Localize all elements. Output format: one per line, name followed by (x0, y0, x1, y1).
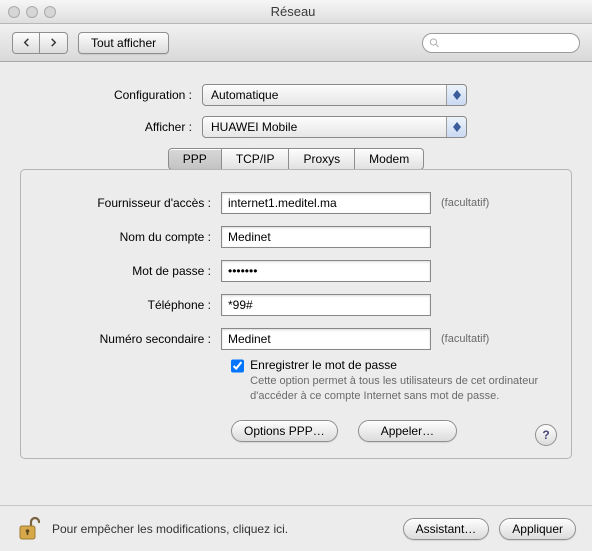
provider-input[interactable] (221, 192, 431, 214)
tab-ppp-label: PPP (183, 152, 207, 166)
minimize-window-icon[interactable] (26, 6, 38, 18)
ppp-options-button[interactable]: Options PPP… (231, 420, 338, 442)
provider-hint: (facultatif) (441, 197, 489, 209)
titlebar: Réseau (0, 0, 592, 24)
secondary-input[interactable] (221, 328, 431, 350)
dropdown-stepper-icon (446, 117, 466, 137)
tab-proxys[interactable]: Proxys (289, 148, 355, 170)
apply-button[interactable]: Appliquer (499, 518, 576, 540)
ppp-panel: Fournisseur d'accès : (facultatif) Nom d… (20, 169, 572, 459)
ppp-options-label: Options PPP… (244, 424, 325, 438)
chevron-left-icon (22, 38, 31, 47)
toolbar: Tout afficher (0, 24, 592, 62)
unlock-icon (18, 516, 40, 542)
save-password-checkbox[interactable] (231, 359, 244, 373)
show-all-button[interactable]: Tout afficher (78, 32, 169, 54)
show-all-label: Tout afficher (91, 36, 156, 50)
help-icon: ? (542, 428, 549, 442)
phone-input[interactable] (221, 294, 431, 316)
configuration-label: Configuration : (20, 88, 202, 102)
configuration-value: Automatique (211, 88, 278, 102)
zoom-window-icon[interactable] (44, 6, 56, 18)
main-content: Configuration : Automatique Afficher : H… (0, 62, 592, 471)
search-field[interactable] (422, 33, 580, 53)
footer: Pour empêcher les modifications, cliquez… (0, 505, 592, 551)
help-button[interactable]: ? (535, 424, 557, 446)
tab-modem[interactable]: Modem (355, 148, 424, 170)
tab-tcpip-label: TCP/IP (236, 152, 275, 166)
nav-back-forward (12, 32, 68, 54)
phone-label: Téléphone : (51, 298, 221, 312)
call-label: Appeler… (381, 424, 434, 438)
window-title: Réseau (56, 4, 530, 19)
lock-message: Pour empêcher les modifications, cliquez… (52, 522, 403, 536)
tab-tcpip[interactable]: TCP/IP (222, 148, 290, 170)
account-label: Nom du compte : (51, 230, 221, 244)
configuration-select[interactable]: Automatique (202, 84, 467, 106)
show-label: Afficher : (20, 120, 202, 134)
account-input[interactable] (221, 226, 431, 248)
apply-label: Appliquer (512, 522, 563, 536)
forward-button[interactable] (40, 32, 68, 54)
password-input[interactable] (221, 260, 431, 282)
traffic-lights (8, 6, 56, 18)
secondary-hint: (facultatif) (441, 333, 489, 345)
lock-button[interactable] (16, 514, 42, 544)
tab-modem-label: Modem (369, 152, 409, 166)
call-button[interactable]: Appeler… (358, 420, 457, 442)
chevron-right-icon (49, 38, 58, 47)
dropdown-stepper-icon (446, 85, 466, 105)
tab-proxys-label: Proxys (303, 152, 340, 166)
secondary-label: Numéro secondaire : (51, 332, 221, 346)
show-select[interactable]: HUAWEI Mobile (202, 116, 467, 138)
close-window-icon[interactable] (8, 6, 20, 18)
search-input[interactable] (440, 36, 573, 50)
assistant-button[interactable]: Assistant… (403, 518, 490, 540)
tab-ppp[interactable]: PPP (168, 148, 222, 170)
back-button[interactable] (12, 32, 40, 54)
search-icon (429, 37, 440, 49)
password-label: Mot de passe : (51, 264, 221, 278)
assistant-label: Assistant… (416, 522, 477, 536)
save-password-sub: Cette option permet à tous les utilisate… (250, 374, 541, 404)
save-password-label: Enregistrer le mot de passe (250, 358, 541, 372)
tabbar: PPP TCP/IP Proxys Modem (20, 148, 572, 170)
provider-label: Fournisseur d'accès : (51, 196, 221, 210)
show-value: HUAWEI Mobile (211, 120, 297, 134)
